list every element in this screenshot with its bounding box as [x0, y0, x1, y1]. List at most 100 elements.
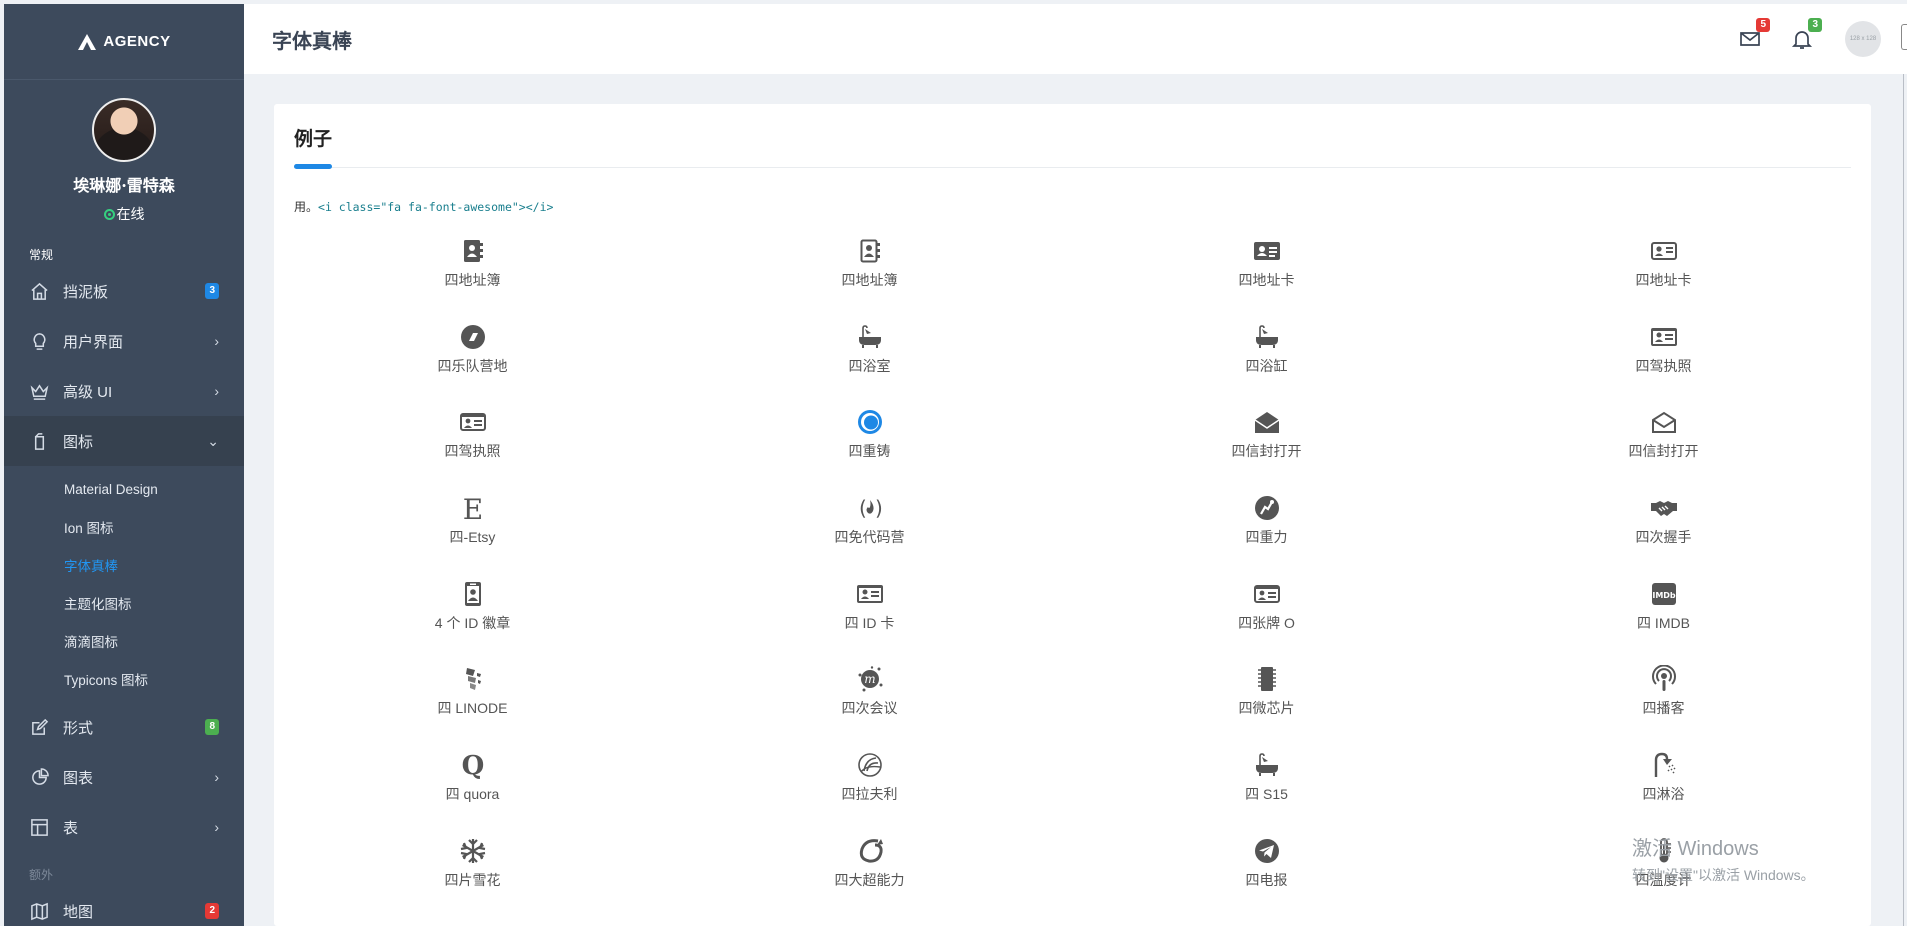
sidebar-item-dashboard[interactable]: 挡泥板 3: [4, 266, 244, 316]
watermark-title: 激活 Windows: [1632, 838, 1759, 860]
sidebar-item-label: 地图: [63, 903, 94, 921]
sidebar-item-label: 形式: [63, 719, 94, 737]
window-edge-handle: [1901, 24, 1907, 50]
icon-example-label: 四重力: [1245, 529, 1288, 546]
sidebar-item-advanced-ui[interactable]: 高级 UI ›: [4, 366, 244, 416]
icon-example-label: 四 quora: [445, 786, 500, 803]
bathtub-icon: [1252, 322, 1282, 352]
layout-icon: [29, 817, 49, 837]
icon-example-item[interactable]: 四驾执照: [1465, 314, 1862, 400]
icon-example-item[interactable]: 四次握手: [1465, 485, 1862, 571]
svg-text:m: m: [864, 672, 875, 686]
card-divider: [294, 158, 1851, 169]
ravelry-icon: [855, 750, 885, 780]
icon-example-label: 四播客: [1642, 700, 1685, 717]
podcast-icon: [1649, 664, 1679, 694]
icon-example-item[interactable]: 四重力: [1068, 485, 1465, 571]
count-badge: 2: [205, 903, 219, 919]
icon-example-label: 四 IMDB: [1637, 614, 1690, 631]
chevron-down-icon: ⌄: [207, 432, 219, 449]
usage-prefix: 用。: [294, 200, 319, 214]
meetup-icon: m: [855, 664, 885, 694]
icon-example-item[interactable]: E 四-Etsy: [274, 485, 671, 571]
notifications-button[interactable]: 3: [1787, 18, 1822, 54]
submenu-item-typicons[interactable]: Typicons 图标: [64, 660, 244, 698]
sidebar-item-ui[interactable]: 用户界面 ›: [4, 316, 244, 366]
icon-example-item[interactable]: 四地址簿: [274, 228, 671, 314]
sidebar-item-forms[interactable]: 形式 8: [4, 702, 244, 752]
icon-example-item[interactable]: 四片雪花: [274, 828, 671, 914]
sidebar-item-label: 表: [63, 819, 79, 837]
icon-example-label: 四次会议: [841, 700, 898, 717]
icon-example-item[interactable]: 四驾执照: [274, 399, 671, 485]
icon-grid: 四地址簿 四地址簿 四地址卡 四地址卡 四乐队营地 四浴室 四浴缸 四驾执照 四驾执照 四重铸 四信…: [274, 228, 1871, 914]
icon-example-item[interactable]: 四信封打开: [1068, 399, 1465, 485]
icon-example-label: 四地址簿: [444, 272, 501, 288]
icon-example-label: 四信封打开: [1628, 443, 1699, 460]
icon-example-label: 四地址卡: [1238, 272, 1295, 288]
icon-example-item[interactable]: 四拉夫利: [671, 742, 1068, 828]
sidebar-item-icons[interactable]: 图标 ⌄: [4, 416, 244, 466]
icon-example-item[interactable]: 四重铸: [671, 399, 1068, 485]
icon-example-item[interactable]: 四地址卡: [1068, 228, 1465, 314]
icon-example-item[interactable]: 四浴室: [671, 314, 1068, 400]
icon-example-label: 四乐队营地: [437, 357, 508, 374]
linode-icon: [458, 664, 488, 694]
submenu-item-weather-icons[interactable]: 滴滴图标: [64, 622, 244, 660]
etsy-icon: E: [458, 493, 488, 523]
icon-example-label: 四免代码营: [834, 529, 905, 546]
icon-example-item[interactable]: 四大超能力: [671, 828, 1068, 914]
sidebar: AGENCY 埃琳娜·雷特森 在线 常规 挡泥板 3 用户界面 › 高级 UI …: [4, 4, 244, 926]
icon-example-item[interactable]: 四播客: [1465, 656, 1862, 742]
app-logo[interactable]: AGENCY: [4, 4, 244, 80]
icon-example-item[interactable]: 四 ID 卡: [671, 571, 1068, 657]
icon-example-item[interactable]: 四淋浴: [1465, 742, 1862, 828]
page-title: 字体真棒: [272, 30, 352, 53]
svg-text:Q: Q: [461, 751, 484, 779]
icon-example-label: 四 LINODE: [437, 700, 508, 717]
submenu-item-material-design[interactable]: Material Design: [64, 470, 244, 508]
sidebar-item-label: 图标: [63, 433, 94, 451]
usage-code: <i class="fa fa-font-awesome"></i>: [318, 200, 554, 214]
notification-count-badge: 3: [1808, 18, 1822, 32]
user-avatar[interactable]: 128 x 128: [1845, 21, 1881, 57]
icon-example-item[interactable]: 四 LINODE: [274, 656, 671, 742]
icon-example-label: 四浴室: [848, 357, 891, 374]
icon-example-item[interactable]: 四浴缸: [1068, 314, 1465, 400]
icon-example-item[interactable]: 四地址卡: [1465, 228, 1862, 314]
handshake-icon: [1649, 493, 1679, 523]
bandcamp-icon: [458, 322, 488, 352]
icon-example-item[interactable]: Q 四 quora: [274, 742, 671, 828]
sidebar-item-maps[interactable]: 地图 2: [4, 886, 244, 926]
chevron-right-icon: ›: [214, 333, 219, 349]
profile-name: 埃琳娜·雷特森: [73, 176, 175, 195]
icon-example-item[interactable]: 四微芯片: [1068, 656, 1465, 742]
icon-example-item[interactable]: 四电报: [1068, 828, 1465, 914]
icon-example-label: 四电报: [1245, 871, 1288, 888]
icon-example-item[interactable]: 四信封打开: [1465, 399, 1862, 485]
icon-example-item[interactable]: 4 个 ID 徽章: [274, 571, 671, 657]
submenu-item-font-awesome[interactable]: 字体真棒: [64, 546, 244, 584]
crown-icon: [29, 381, 49, 401]
avatar[interactable]: [92, 98, 156, 162]
quora-icon: Q: [458, 750, 488, 780]
sidebar-item-label: 图表: [63, 769, 94, 787]
sidebar-item-tables[interactable]: 表 ›: [4, 802, 244, 852]
icon-example-label: 四驾执照: [1635, 357, 1692, 374]
icon-example-item[interactable]: 四地址簿: [671, 228, 1068, 314]
sidebar-item-charts[interactable]: 图表 ›: [4, 752, 244, 802]
section-general: 常规: [29, 248, 54, 262]
submenu-item-ion-icons[interactable]: Ion 图标: [64, 508, 244, 546]
count-badge: 8: [205, 719, 219, 735]
icon-example-item[interactable]: m 四次会议: [671, 656, 1068, 742]
icon-example-item[interactable]: 四乐队营地: [274, 314, 671, 400]
mail-button[interactable]: 5: [1735, 18, 1770, 54]
icon-example-item[interactable]: IMDb 四 IMDB: [1465, 571, 1862, 657]
icon-example-label: 四大超能力: [834, 871, 905, 888]
chevron-right-icon: ›: [214, 819, 219, 835]
icon-example-item[interactable]: 四 S15: [1068, 742, 1465, 828]
icon-example-item[interactable]: () 四免代码营: [671, 485, 1068, 571]
icon-example-item[interactable]: 四张牌 O: [1068, 571, 1465, 657]
submenu-item-themify-icons[interactable]: 主题化图标: [64, 584, 244, 622]
imdb-icon: IMDb: [1649, 579, 1679, 609]
